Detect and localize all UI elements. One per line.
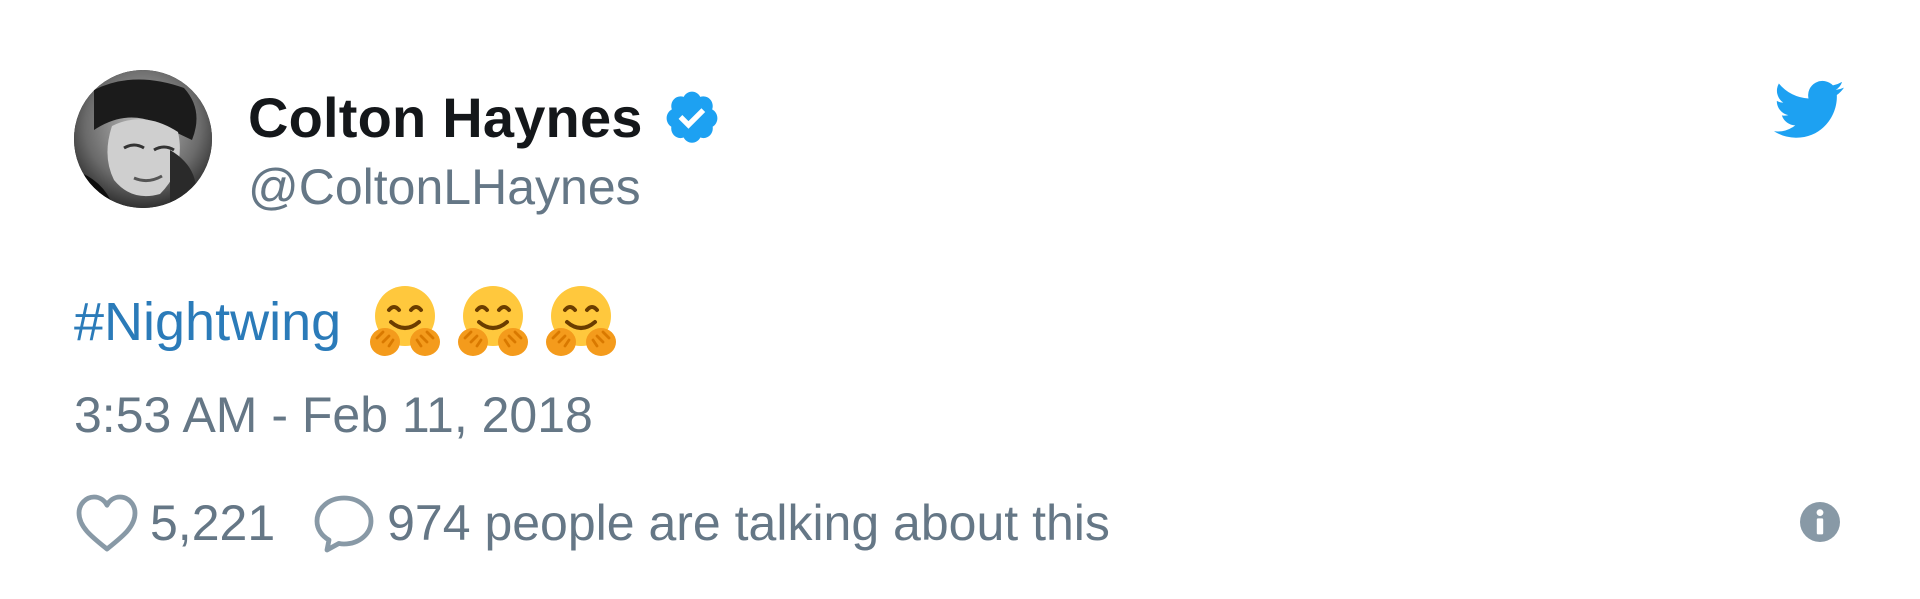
hugging-face-emoji-icon [541, 282, 621, 362]
tweet-timestamp[interactable]: 3:53 AM - Feb 11, 2018 [74, 386, 593, 444]
avatar-photo [74, 70, 212, 208]
info-icon[interactable] [1798, 500, 1842, 544]
avatar[interactable] [74, 70, 212, 208]
talking-about-text[interactable]: 974 people are talking about this [387, 494, 1110, 552]
verified-badge-icon [663, 88, 721, 146]
comment-icon[interactable] [311, 492, 377, 554]
author-line: Colton Haynes [248, 82, 721, 152]
author-name[interactable]: Colton Haynes [248, 85, 643, 150]
tweet-text: #Nightwing [74, 282, 621, 362]
tweet-actions: 5,221 974 people are talking about this [74, 488, 1110, 558]
twitter-bird-icon[interactable] [1774, 80, 1844, 142]
hashtag-link[interactable]: #Nightwing [74, 291, 341, 353]
heart-icon[interactable] [74, 492, 140, 554]
like-count[interactable]: 5,221 [150, 494, 275, 552]
hugging-face-emoji-icon [365, 282, 445, 362]
emoji-group [365, 282, 621, 362]
author-handle[interactable]: @ColtonLHaynes [248, 158, 641, 216]
hugging-face-emoji-icon [453, 282, 533, 362]
tweet-card: Colton Haynes @ColtonLHaynes #Nightwing [0, 0, 1920, 599]
